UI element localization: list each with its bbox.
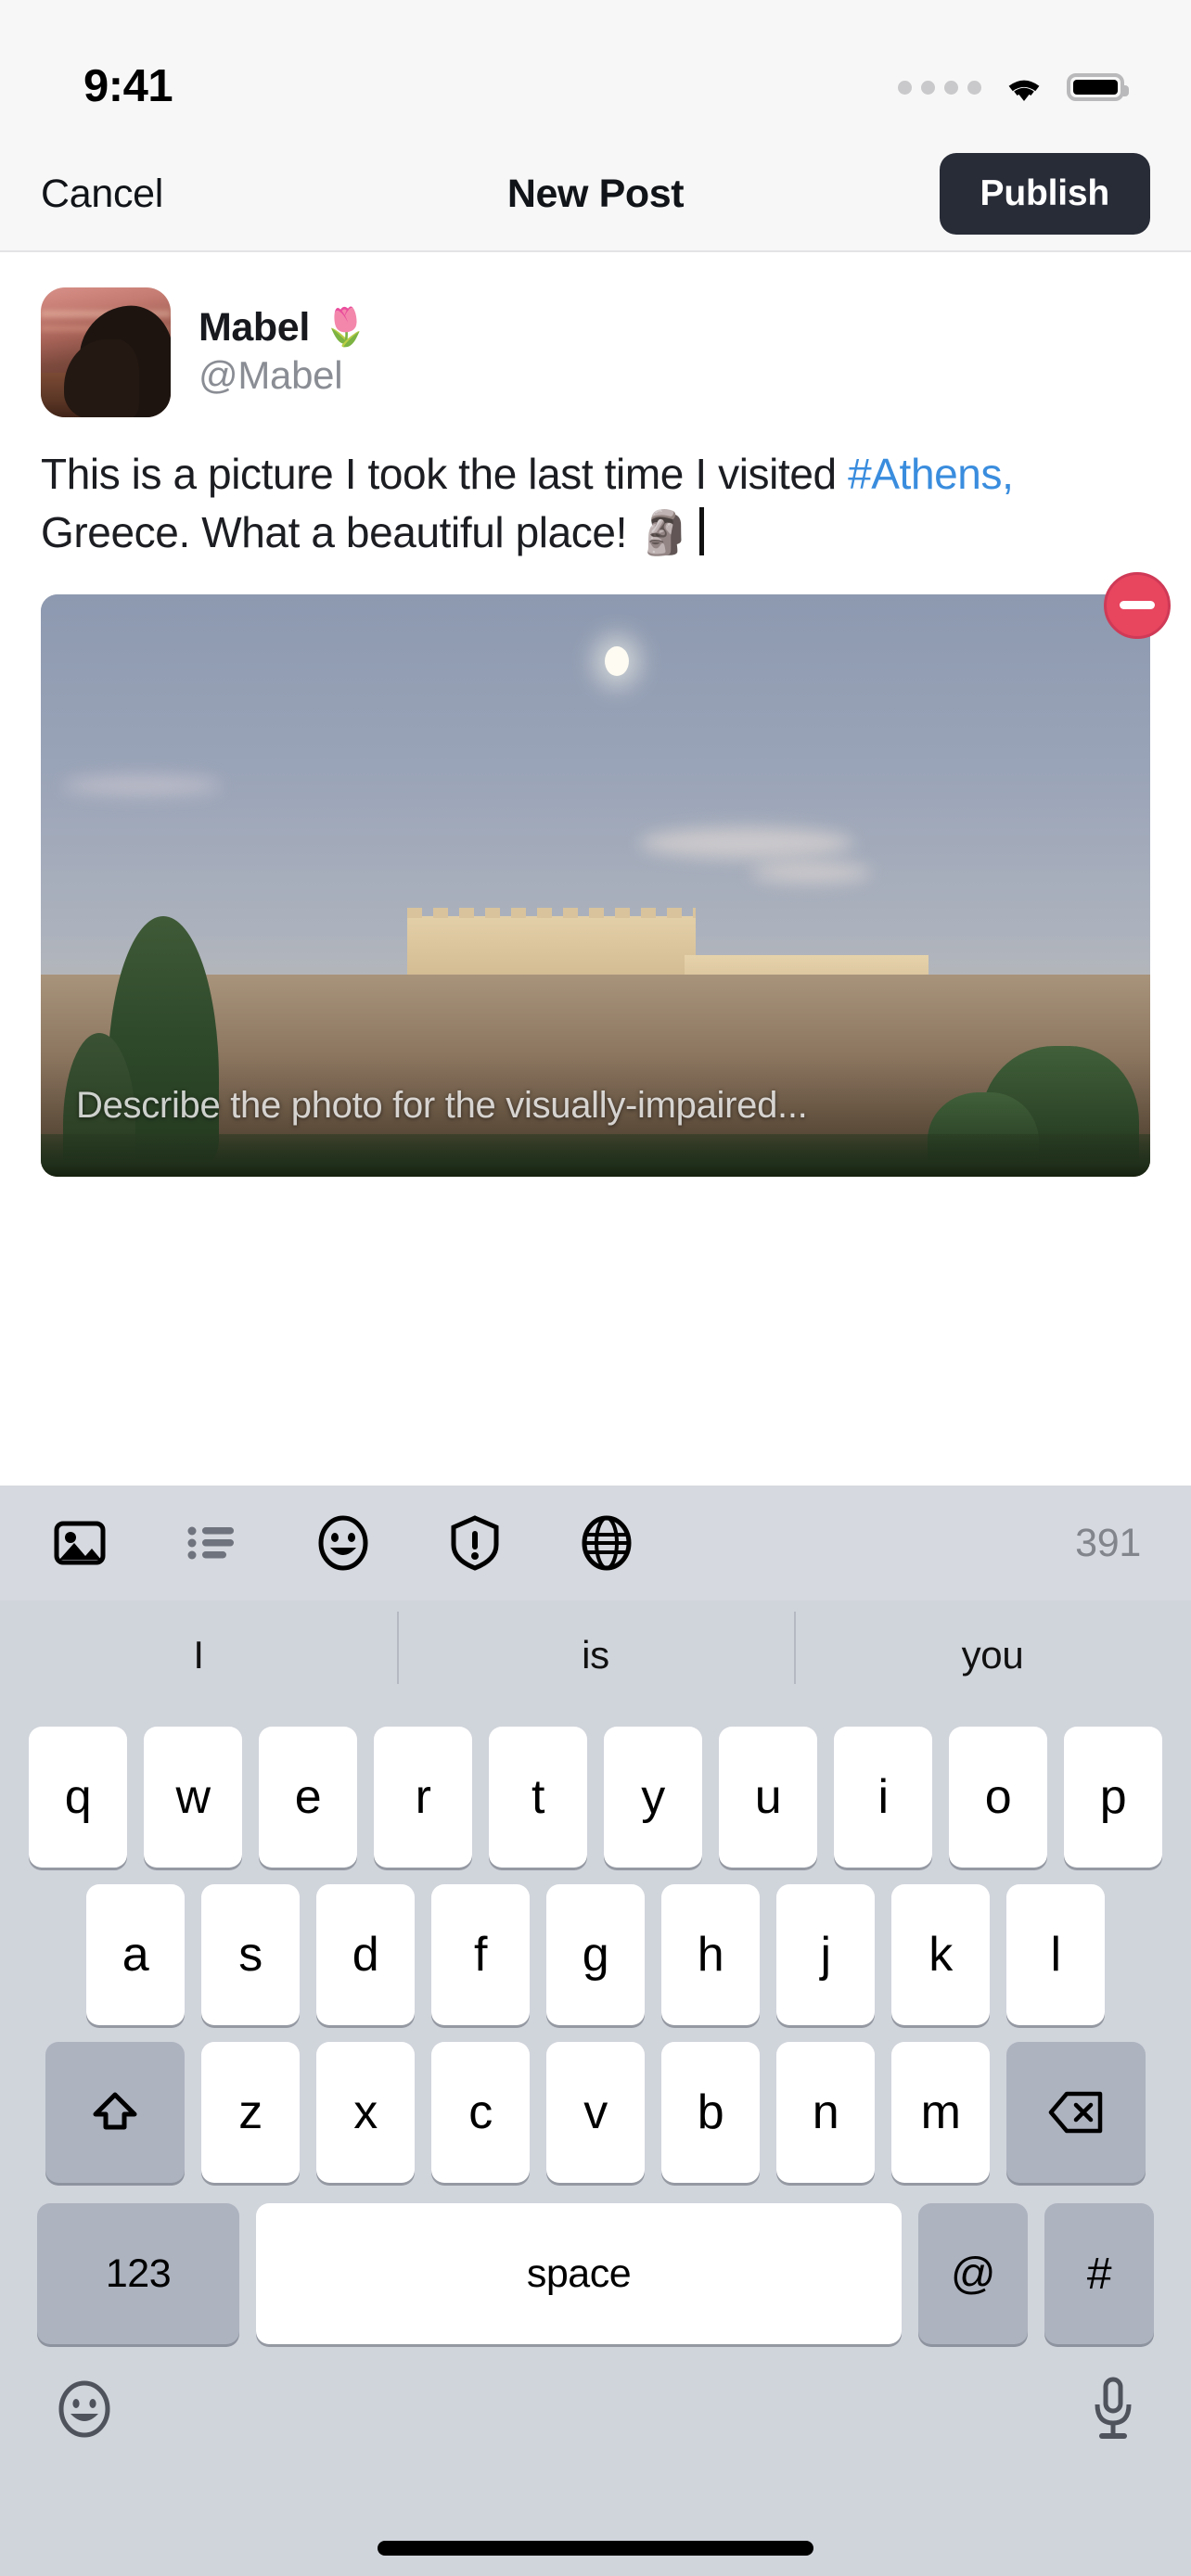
microphone-icon[interactable] xyxy=(1089,2376,1137,2442)
numbers-key[interactable]: 123 xyxy=(37,2203,239,2344)
key-n[interactable]: n xyxy=(776,2042,875,2183)
key-f[interactable]: f xyxy=(431,1884,530,2025)
key-h[interactable]: h xyxy=(661,1884,760,2025)
visibility-globe-icon[interactable] xyxy=(577,1513,636,1573)
key-e[interactable]: e xyxy=(259,1727,357,1868)
status-time: 9:41 xyxy=(83,61,173,111)
key-d[interactable]: d xyxy=(316,1884,415,2025)
key-z[interactable]: z xyxy=(201,2042,300,2183)
alt-text-input[interactable]: Describe the photo for the visually-impa… xyxy=(76,1085,808,1127)
hash-key[interactable]: # xyxy=(1044,2203,1154,2344)
key-v[interactable]: v xyxy=(546,2042,645,2183)
key-k[interactable]: k xyxy=(891,1884,990,2025)
keyboard-row-3: z x c v b n m xyxy=(0,2042,1191,2183)
predictive-text-bar: I is you xyxy=(0,1600,1191,1710)
prediction-0[interactable]: I xyxy=(0,1636,397,1675)
key-p[interactable]: p xyxy=(1064,1727,1162,1868)
remove-media-button[interactable] xyxy=(1104,571,1171,639)
keyboard-row-1: q w e r t y u i o p xyxy=(0,1727,1191,1868)
keyboard-row-4: 123 space @ # xyxy=(0,2203,1191,2344)
backspace-key-icon[interactable] xyxy=(1006,2042,1146,2183)
post-text-input[interactable]: This is a picture I took the last time I… xyxy=(0,417,1191,563)
prediction-1[interactable]: is xyxy=(397,1612,794,1684)
post-text-line2: Greece. What a beautiful place! xyxy=(41,508,627,557)
moon xyxy=(604,646,629,677)
key-w[interactable]: w xyxy=(144,1727,242,1868)
key-u[interactable]: u xyxy=(719,1727,817,1868)
key-i[interactable]: i xyxy=(834,1727,932,1868)
key-a[interactable]: a xyxy=(86,1884,185,2025)
signal-dots-icon xyxy=(898,80,981,95)
author-name-text: Mabel xyxy=(198,305,310,351)
key-j[interactable]: j xyxy=(776,1884,875,2025)
emoji-keyboard-icon[interactable] xyxy=(54,2378,115,2440)
poll-list-icon[interactable] xyxy=(182,1513,241,1573)
key-x[interactable]: x xyxy=(316,2042,415,2183)
avatar[interactable] xyxy=(41,287,171,417)
at-key[interactable]: @ xyxy=(918,2203,1028,2344)
text-caret xyxy=(699,507,705,556)
key-t[interactable]: t xyxy=(489,1727,587,1868)
author-row: Mabel 🌷 @Mabel xyxy=(0,252,1191,417)
composer-area: Mabel 🌷 @Mabel This is a picture I took … xyxy=(0,252,1191,1486)
character-counter: 391 xyxy=(1075,1520,1141,1565)
author-display-name: Mabel 🌷 xyxy=(198,304,369,351)
moai-emoji-icon: 🗿 xyxy=(638,508,692,557)
composer-toolbar: 391 xyxy=(0,1486,1191,1600)
minus-icon xyxy=(1120,601,1155,610)
key-b[interactable]: b xyxy=(661,2042,760,2183)
publish-button[interactable]: Publish xyxy=(939,153,1150,235)
key-c[interactable]: c xyxy=(431,2042,530,2183)
key-l[interactable]: l xyxy=(1006,1884,1105,2025)
key-m[interactable]: m xyxy=(891,2042,990,2183)
attached-photo[interactable]: Describe the photo for the visually-impa… xyxy=(41,593,1150,1177)
keyboard-row-2: a s d f g h j k l xyxy=(0,1884,1191,2025)
status-bar: 9:41 xyxy=(0,0,1191,137)
key-y[interactable]: y xyxy=(604,1727,702,1868)
media-attachment: Describe the photo for the visually-impa… xyxy=(41,571,1171,1177)
prediction-2[interactable]: you xyxy=(794,1612,1191,1684)
tulip-icon: 🌷 xyxy=(322,307,369,349)
virtual-keyboard: I is you q w e r t y u i o p a s d f g h… xyxy=(0,1600,1191,2576)
navigation-bar: Cancel New Post Publish xyxy=(0,137,1191,252)
content-warning-shield-icon[interactable] xyxy=(445,1513,505,1573)
battery-full-icon xyxy=(1067,73,1129,101)
shift-key-icon[interactable] xyxy=(45,2042,185,2183)
home-indicator xyxy=(378,2541,813,2556)
hashtag-athens[interactable]: #Athens, xyxy=(848,450,1014,498)
cancel-button[interactable]: Cancel xyxy=(41,172,163,217)
keyboard-footer xyxy=(0,2344,1191,2442)
author-text: Mabel 🌷 @Mabel xyxy=(198,304,369,400)
wifi-icon xyxy=(1002,70,1046,104)
key-s[interactable]: s xyxy=(201,1884,300,2025)
key-r[interactable]: r xyxy=(374,1727,472,1868)
key-g[interactable]: g xyxy=(546,1884,645,2025)
key-o[interactable]: o xyxy=(949,1727,1047,1868)
toolbar-icon-group xyxy=(50,1513,636,1573)
author-handle: @Mabel xyxy=(198,353,343,398)
emoji-icon[interactable] xyxy=(314,1513,373,1573)
add-image-icon[interactable] xyxy=(50,1513,109,1573)
key-q[interactable]: q xyxy=(29,1727,127,1868)
post-text-line1: This is a picture I took the last time I… xyxy=(41,450,837,498)
status-indicators xyxy=(898,70,1129,104)
space-key[interactable]: space xyxy=(256,2203,902,2344)
